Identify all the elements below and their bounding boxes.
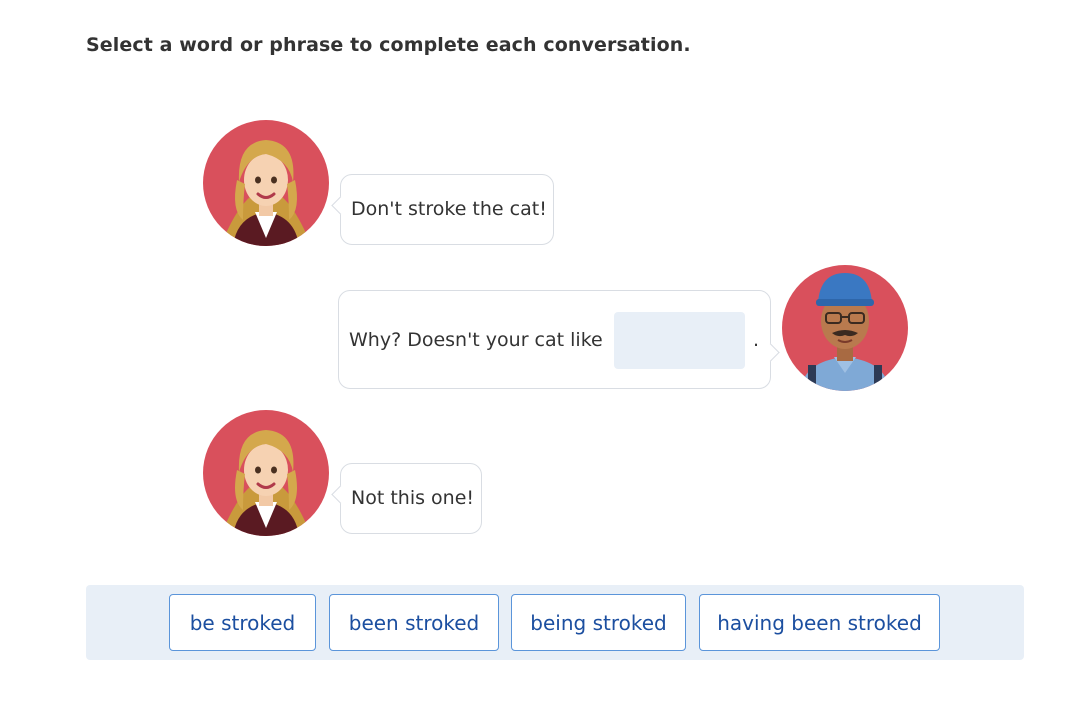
speech-bubble-1: Don't stroke the cat! — [331, 174, 554, 245]
choices-panel: be stroked been stroked being stroked ha… — [86, 585, 1024, 660]
choice-having-been-stroked[interactable]: having been stroked — [699, 594, 940, 651]
choice-been-stroked[interactable]: been stroked — [329, 594, 499, 651]
woman-portrait-icon — [203, 410, 329, 536]
man-avatar — [782, 265, 908, 391]
bubble-2-period: . — [753, 329, 760, 351]
bubble-2-text: Why? Doesn't your cat like — [349, 329, 603, 351]
choice-being-stroked[interactable]: being stroked — [511, 594, 686, 651]
bubble-1-text: Don't stroke the cat! — [351, 198, 547, 220]
bubble-3-text: Not this one! — [351, 487, 475, 509]
answer-blank[interactable] — [614, 312, 745, 369]
speech-bubble-3: Not this one! — [331, 463, 482, 534]
choice-be-stroked[interactable]: be stroked — [169, 594, 316, 651]
man-portrait-icon — [782, 265, 908, 391]
woman-portrait-icon — [203, 120, 329, 246]
woman-avatar — [203, 120, 329, 246]
instruction-text: Select a word or phrase to complete each… — [86, 34, 691, 56]
speech-bubble-2: Why? Doesn't your cat like . — [338, 290, 780, 389]
woman-avatar — [203, 410, 329, 536]
